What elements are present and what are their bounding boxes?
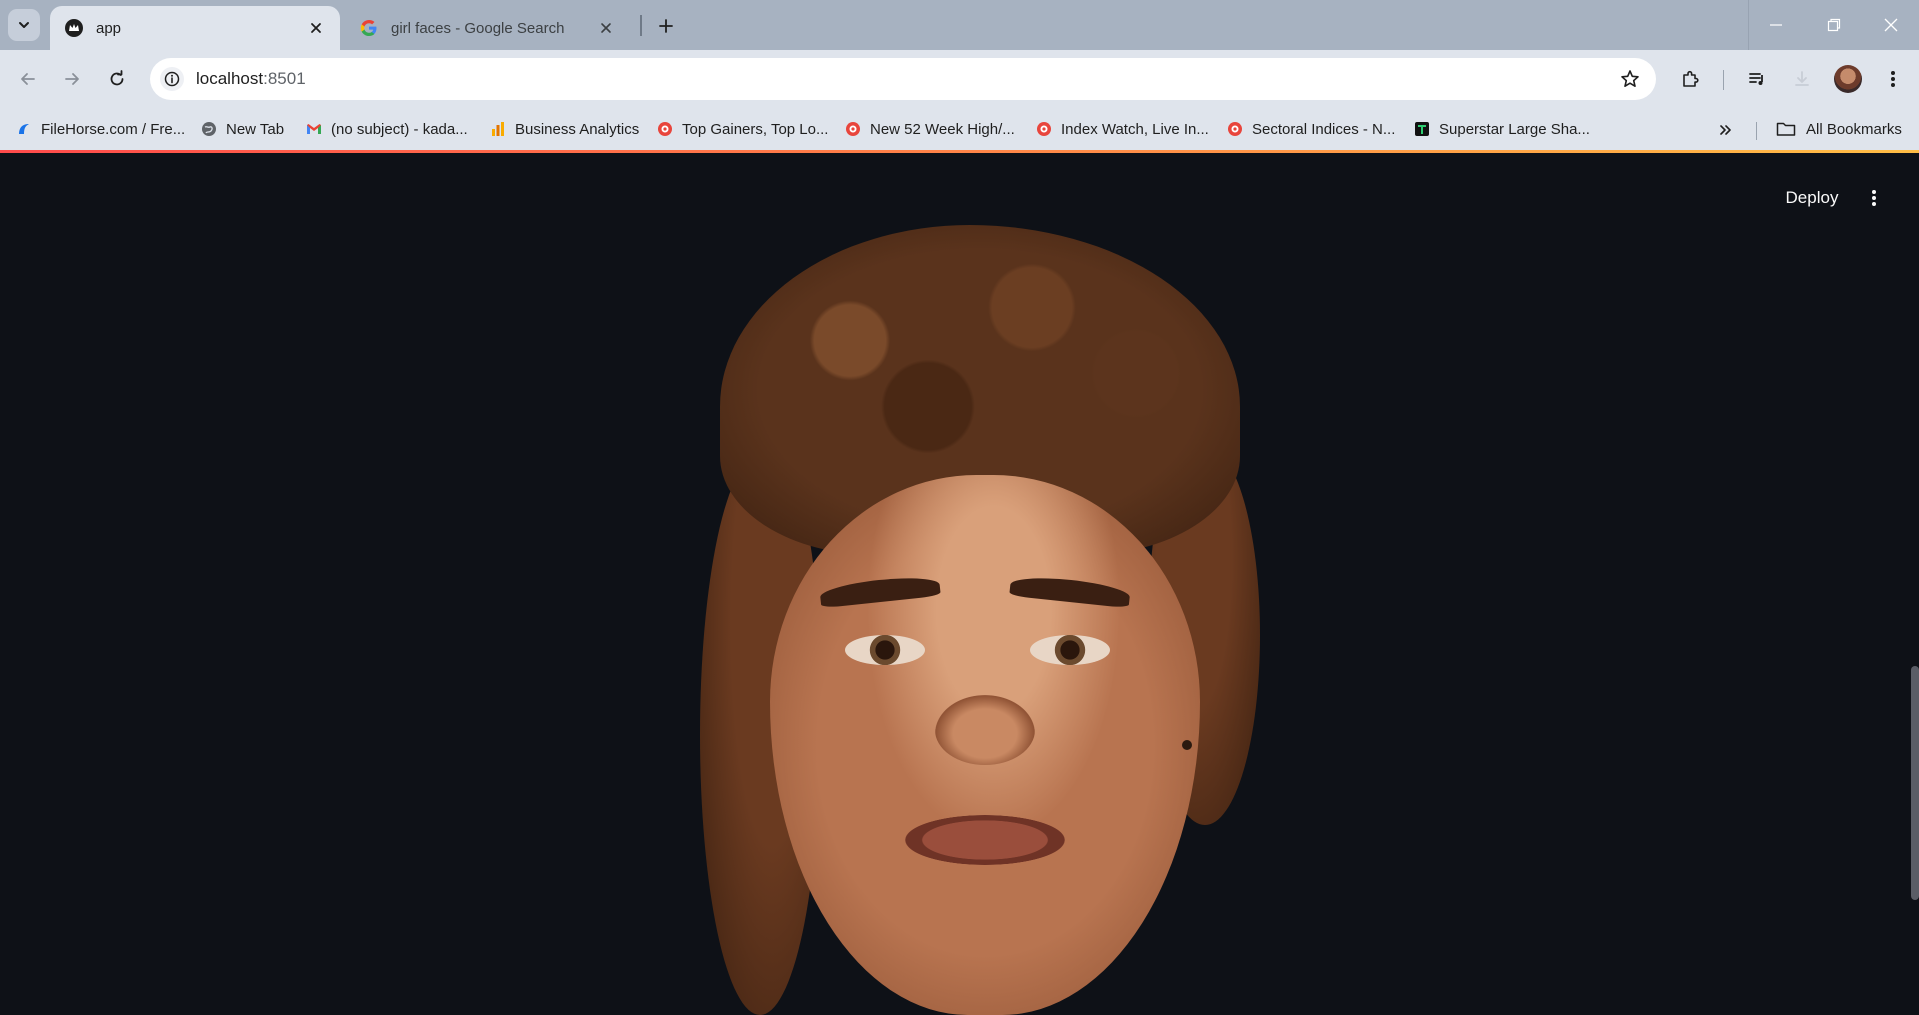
folder-icon <box>1776 121 1796 137</box>
all-bookmarks-button[interactable]: All Bookmarks <box>1776 116 1902 142</box>
minimize-icon <box>1770 24 1782 26</box>
bookmark-sectoral-indices[interactable]: Sectoral Indices - N... <box>1227 116 1395 142</box>
globe-icon <box>201 121 217 137</box>
url-port: :8501 <box>263 69 306 88</box>
browser-menu-button[interactable] <box>1877 63 1909 95</box>
close-icon[interactable] <box>596 18 616 38</box>
double-chevron-right-icon <box>1720 125 1731 135</box>
bookmark-filehorse[interactable]: FileHorse.com / Fre... <box>16 116 185 142</box>
tab-google-search[interactable]: girl faces - Google Search <box>345 6 630 50</box>
browser-window: app girl faces - Google Search localhost… <box>0 0 1919 1015</box>
all-bookmarks-label: All Bookmarks <box>1806 120 1902 138</box>
tab-strip: app girl faces - Google Search <box>0 0 1919 50</box>
bookmarks-overflow-button[interactable] <box>1714 118 1738 142</box>
media-controls-button[interactable] <box>1741 63 1773 95</box>
moneycontrol-icon <box>657 121 673 137</box>
moneycontrol-icon <box>845 121 861 137</box>
close-icon <box>1884 18 1898 32</box>
close-icon[interactable] <box>306 18 326 38</box>
kebab-menu-icon <box>1891 71 1895 87</box>
trendlyne-icon <box>1414 121 1430 137</box>
app-page: Deploy <box>0 150 1919 1015</box>
star-icon <box>1621 70 1639 87</box>
app-main-menu-button[interactable] <box>1858 182 1890 214</box>
tab-title: app <box>96 19 122 37</box>
url-text[interactable]: localhost:8501 <box>196 69 306 89</box>
tab-search-button[interactable] <box>8 9 40 41</box>
bookmark-business-analytics[interactable]: Business Analytics <box>490 116 639 142</box>
header-decoration-bar <box>0 150 1919 153</box>
bookmark-label: New 52 Week High/... <box>870 120 1015 138</box>
google-g-icon <box>359 18 379 38</box>
info-icon <box>164 71 180 87</box>
arrow-left-icon <box>21 73 35 85</box>
streamlit-crown-icon <box>64 18 84 38</box>
puzzle-icon <box>1683 70 1699 87</box>
restore-button[interactable] <box>1806 0 1862 50</box>
bookmark-52-week-high[interactable]: New 52 Week High/... <box>845 116 1015 142</box>
download-icon <box>1795 71 1809 86</box>
bookmark-label: (no subject) - kada... <box>331 120 468 138</box>
bookmark-new-tab[interactable]: New Tab <box>201 116 284 142</box>
bookmarks-bar: FileHorse.com / Fre... New Tab (no subje… <box>0 108 1919 150</box>
bookmark-gmail[interactable]: (no subject) - kada... <box>306 116 468 142</box>
toolbar-separator <box>1723 70 1724 90</box>
new-tab-button[interactable] <box>652 12 680 40</box>
url-host: localhost <box>196 69 264 88</box>
page-scrollbar-thumb[interactable] <box>1911 666 1919 900</box>
download-button[interactable] <box>1786 63 1818 95</box>
media-queue-icon <box>1749 73 1763 85</box>
restore-icon <box>1827 18 1841 32</box>
minimize-button[interactable] <box>1748 0 1804 50</box>
tab-separator <box>640 15 642 36</box>
bookmark-label: Superstar Large Sha... <box>1439 120 1590 138</box>
plus-icon <box>659 19 673 33</box>
bookmark-label: Index Watch, Live In... <box>1061 120 1209 138</box>
moneycontrol-icon <box>1227 121 1243 137</box>
extensions-button[interactable] <box>1674 63 1706 95</box>
reload-icon <box>110 70 124 86</box>
bookmark-superstar[interactable]: Superstar Large Sha... <box>1414 116 1590 142</box>
reload-button[interactable] <box>101 63 133 95</box>
arrow-right-icon <box>65 73 79 85</box>
profile-avatar[interactable] <box>1834 65 1862 93</box>
bookmarks-separator <box>1756 122 1757 140</box>
browser-toolbar: localhost:8501 <box>0 50 1919 108</box>
bookmark-index-watch[interactable]: Index Watch, Live In... <box>1036 116 1209 142</box>
tab-app[interactable]: app <box>50 6 340 50</box>
gmail-icon <box>306 121 322 137</box>
bookmark-label: Business Analytics <box>515 120 640 138</box>
back-button[interactable] <box>12 63 44 95</box>
kebab-menu-icon <box>1872 190 1876 206</box>
bookmark-label: Sectoral Indices - N... <box>1252 120 1396 138</box>
site-info-button[interactable] <box>160 67 184 91</box>
bookmark-top-gainers[interactable]: Top Gainers, Top Lo... <box>657 116 828 142</box>
generated-face-image <box>700 225 1280 1015</box>
window-close-button[interactable] <box>1863 0 1919 50</box>
tab-title: girl faces - Google Search <box>391 19 565 37</box>
forward-button[interactable] <box>56 63 88 95</box>
address-bar[interactable]: localhost:8501 <box>150 58 1656 100</box>
moneycontrol-icon <box>1036 121 1052 137</box>
analytics-icon <box>490 121 506 137</box>
bookmark-star-button[interactable] <box>1618 67 1642 91</box>
bookmark-label: New Tab <box>226 120 285 138</box>
bookmark-label: FileHorse.com / Fre... <box>41 120 186 138</box>
bookmark-label: Top Gainers, Top Lo... <box>682 120 829 138</box>
deploy-button[interactable]: Deploy <box>1772 180 1852 216</box>
filehorse-icon <box>16 121 32 137</box>
chevron-down-icon <box>19 22 29 28</box>
